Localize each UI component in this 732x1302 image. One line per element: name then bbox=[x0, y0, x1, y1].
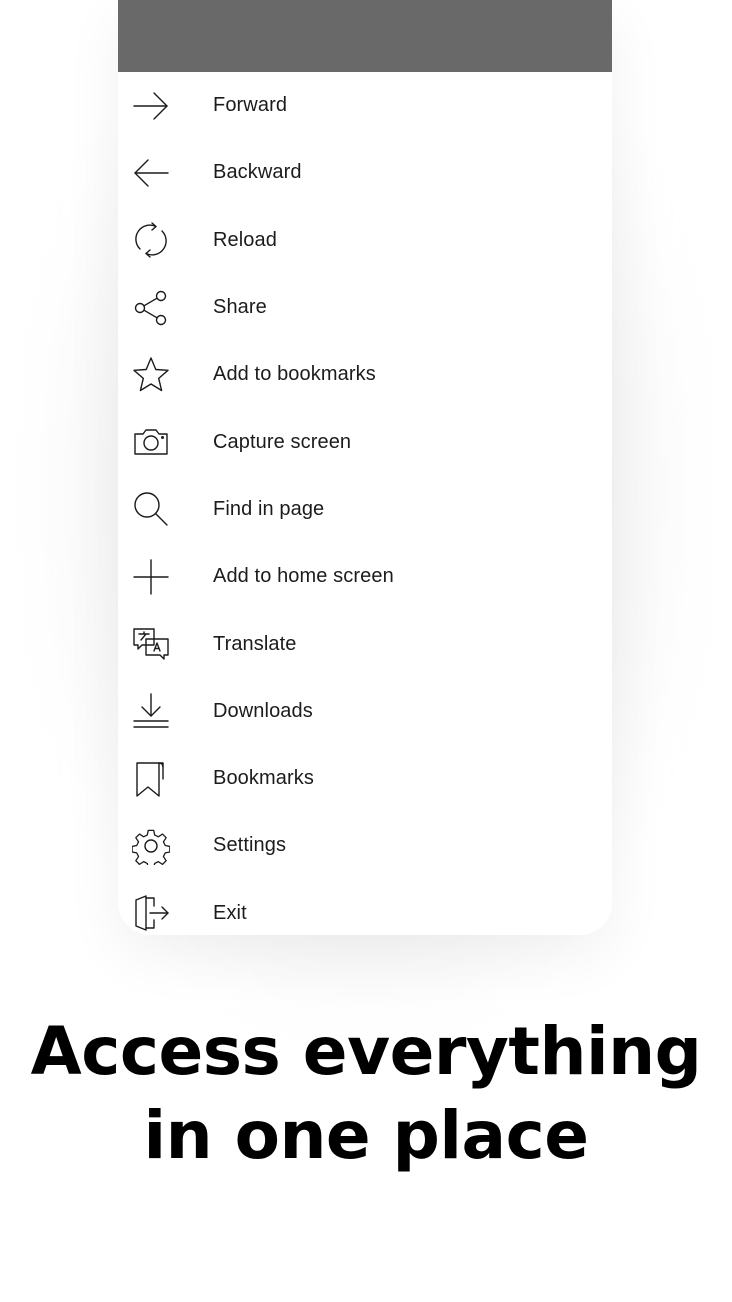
menu-item-find-in-page[interactable]: Find in page bbox=[118, 476, 612, 543]
star-icon bbox=[132, 356, 170, 394]
menu-item-reload[interactable]: Reload bbox=[118, 207, 612, 274]
headline-line-1: Access everything bbox=[30, 1013, 702, 1090]
menu-item-downloads[interactable]: Downloads bbox=[118, 678, 612, 745]
menu-item-share[interactable]: Share bbox=[118, 274, 612, 341]
bookmark-icon bbox=[132, 760, 170, 798]
share-icon bbox=[132, 289, 170, 327]
menu-item-label: Exit bbox=[213, 901, 247, 924]
menu-item-label: Translate bbox=[213, 632, 297, 655]
menu-item-label: Settings bbox=[213, 834, 287, 857]
menu-item-bookmarks[interactable]: Bookmarks bbox=[118, 745, 612, 812]
promo-headline: Access everything in one place bbox=[0, 1010, 732, 1178]
menu-item-label: Backward bbox=[213, 161, 302, 184]
menu-item-settings[interactable]: Settings bbox=[118, 812, 612, 879]
menu-item-label: Forward bbox=[213, 94, 288, 117]
status-bar bbox=[118, 0, 612, 72]
arrow-right-icon bbox=[132, 87, 170, 125]
menu-item-label: Add to home screen bbox=[213, 565, 394, 588]
overflow-menu: Forward Backward Reload Share Add to boo… bbox=[118, 72, 612, 935]
menu-item-label: Reload bbox=[213, 228, 277, 251]
search-icon bbox=[132, 490, 170, 528]
menu-item-exit[interactable]: Exit bbox=[118, 880, 612, 935]
headline-line-2: in one place bbox=[143, 1097, 589, 1174]
menu-item-label: Downloads bbox=[213, 699, 313, 722]
plus-icon bbox=[132, 558, 170, 596]
menu-item-label: Capture screen bbox=[213, 430, 352, 453]
phone-screen: Forward Backward Reload Share Add to boo… bbox=[118, 0, 612, 935]
exit-icon bbox=[132, 894, 170, 932]
menu-item-backward[interactable]: Backward bbox=[118, 139, 612, 206]
menu-item-label: Share bbox=[213, 296, 267, 319]
arrow-left-icon bbox=[132, 154, 170, 192]
menu-item-label: Add to bookmarks bbox=[213, 363, 376, 386]
menu-item-add-to-home-screen[interactable]: Add to home screen bbox=[118, 543, 612, 610]
menu-item-label: Find in page bbox=[213, 497, 325, 520]
menu-item-capture-screen[interactable]: Capture screen bbox=[118, 408, 612, 475]
menu-item-label: Bookmarks bbox=[213, 767, 314, 790]
camera-icon bbox=[132, 423, 170, 461]
menu-item-forward[interactable]: Forward bbox=[118, 72, 612, 139]
menu-item-translate[interactable]: Translate bbox=[118, 610, 612, 677]
reload-icon bbox=[132, 221, 170, 259]
gear-icon bbox=[132, 827, 170, 865]
translate-icon bbox=[132, 625, 170, 663]
download-icon bbox=[132, 692, 170, 730]
menu-item-add-to-bookmarks[interactable]: Add to bookmarks bbox=[118, 341, 612, 408]
